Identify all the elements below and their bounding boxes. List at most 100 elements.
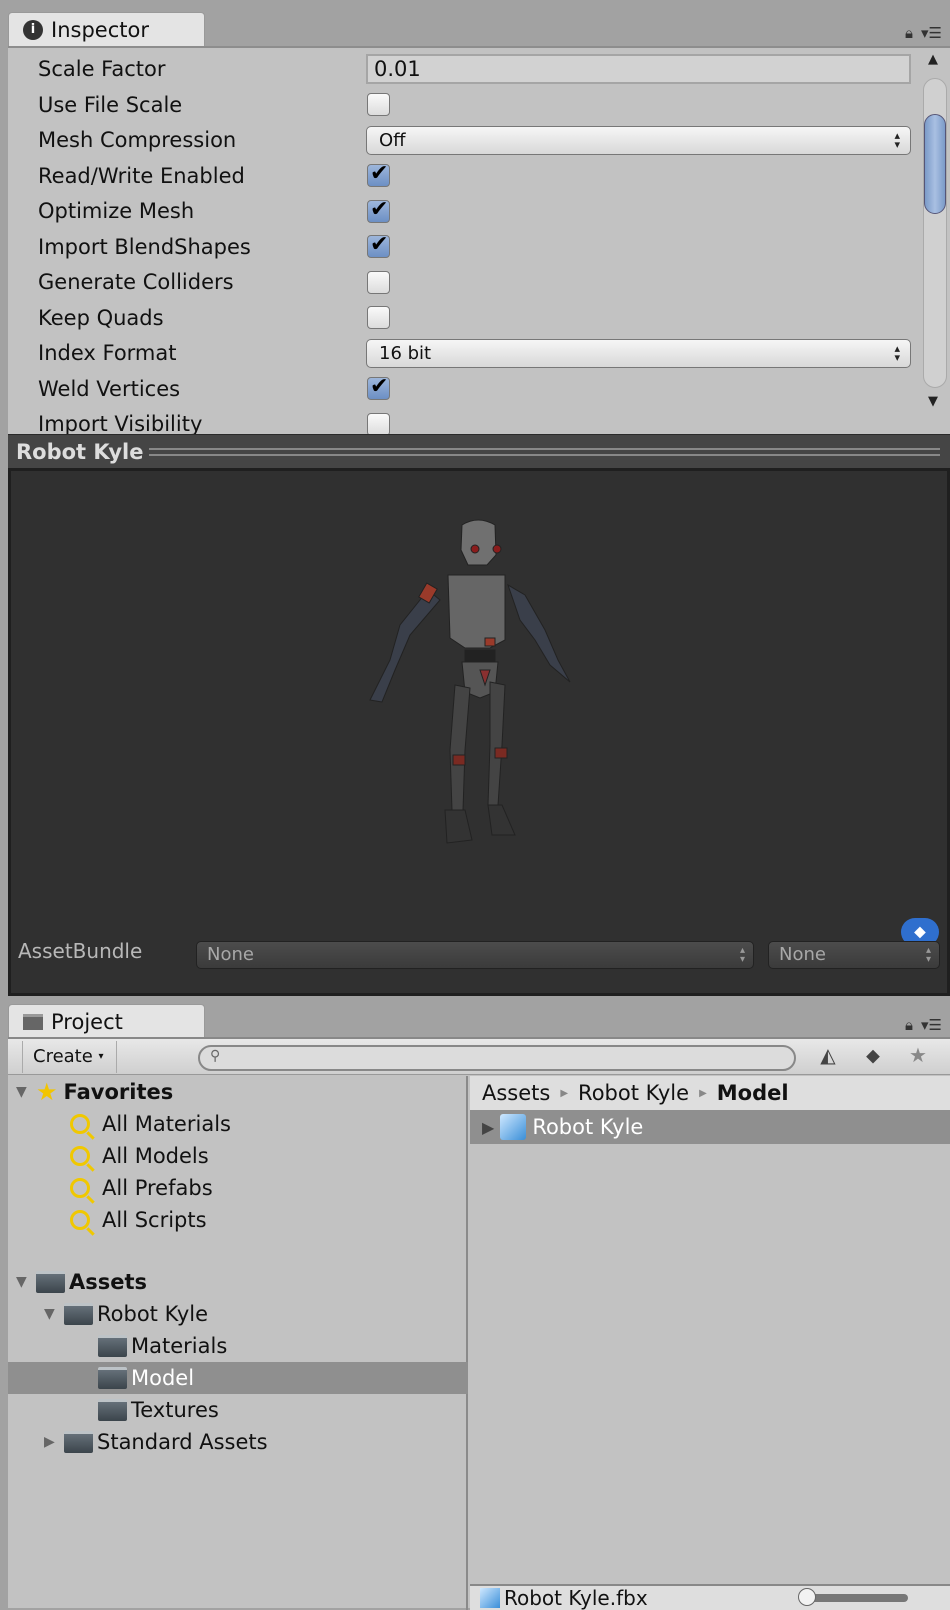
- search-input[interactable]: ⚲: [198, 1045, 796, 1071]
- folder-icon: [98, 1367, 127, 1389]
- dropdown[interactable]: 16 bit ▴ ▾: [366, 338, 911, 368]
- scale-factor-input[interactable]: 0.01: [366, 54, 911, 84]
- tag-icon: ⬥: [914, 922, 926, 942]
- model-preview[interactable]: ⬥ AssetBundle None ▴ ▾ None ▴ ▾: [8, 468, 950, 996]
- field-label: Import BlendShapes: [38, 234, 251, 259]
- tree-materials[interactable]: Materials: [8, 1330, 468, 1362]
- folder-tree: ▼ ★ Favorites All Materials All Models All…: [8, 1076, 468, 1610]
- favorite-item[interactable]: All Scripts: [8, 1204, 468, 1236]
- assetbundle-variant-dropdown[interactable]: None ▴ ▾: [768, 941, 940, 969]
- checkbox[interactable]: [367, 306, 390, 329]
- drag-grip[interactable]: [149, 447, 940, 456]
- folder-icon: [98, 1399, 127, 1421]
- field-label: Mesh Compression: [38, 128, 237, 152]
- field-label: Import Visibility: [38, 412, 203, 434]
- project-tab-label: Project: [51, 1010, 123, 1034]
- search-filter-icon: [70, 1114, 90, 1134]
- expand-arrow-icon[interactable]: ▶: [482, 1118, 494, 1137]
- robot-left-arm: [369, 589, 441, 703]
- scroll-up-arrow[interactable]: ▲: [928, 52, 938, 67]
- breadcrumb-model[interactable]: Model: [717, 1081, 789, 1105]
- dropdown[interactable]: Off ▴ ▾: [366, 125, 911, 155]
- model-file-icon: [480, 1588, 500, 1608]
- breadcrumb-robot-kyle[interactable]: Robot Kyle: [578, 1081, 689, 1105]
- checkbox[interactable]: [367, 161, 390, 187]
- checkbox[interactable]: [367, 374, 390, 400]
- inspector-row: Mesh Compression Off ▴ ▾: [8, 122, 918, 158]
- inspector-row: Optimize Mesh: [8, 193, 918, 229]
- inspector-row: Scale Factor 0.01: [8, 51, 918, 87]
- menu-icon[interactable]: ▾☰: [921, 24, 942, 42]
- scroll-thumb[interactable]: [924, 114, 946, 214]
- asset-item[interactable]: ▶ Robot Kyle: [470, 1110, 950, 1144]
- create-button[interactable]: Create ▾: [22, 1041, 117, 1073]
- inspector-row: Keep Quads: [8, 300, 918, 336]
- tree-textures[interactable]: Textures: [8, 1394, 468, 1426]
- checkbox[interactable]: [367, 232, 390, 258]
- search-filter-icon: [70, 1178, 90, 1198]
- field-label: Index Format: [38, 341, 177, 365]
- info-icon: i: [23, 20, 43, 40]
- favorite-item[interactable]: All Models: [8, 1140, 468, 1172]
- inspector-row: Use File Scale: [8, 87, 918, 123]
- folder-icon: [64, 1431, 93, 1453]
- filter-by-type-button[interactable]: ◭: [808, 1043, 848, 1067]
- robot-model: [369, 519, 571, 844]
- favorite-item[interactable]: All Prefabs: [8, 1172, 468, 1204]
- project-toolbar: Create ▾ ⚲ ◭ ⬥ ★: [8, 1039, 950, 1075]
- tree-favorites[interactable]: ▼ ★ Favorites: [8, 1076, 468, 1108]
- field-label: Optimize Mesh: [38, 199, 195, 223]
- tree-robot-kyle[interactable]: ▼ Robot Kyle: [8, 1298, 468, 1330]
- favorites-star-button[interactable]: ★: [898, 1043, 938, 1067]
- robot-right-arm: [507, 583, 571, 683]
- selected-file-name: Robot Kyle.fbx: [504, 1586, 648, 1610]
- status-bar: Robot Kyle.fbx: [470, 1584, 950, 1610]
- checkbox[interactable]: [367, 197, 390, 223]
- lock-icon[interactable]: 🔒︎: [905, 24, 913, 42]
- checkbox[interactable]: [367, 412, 390, 434]
- menu-icon[interactable]: ▾☰: [921, 1016, 942, 1034]
- project-tab[interactable]: Project: [8, 1004, 205, 1039]
- robot-torso: [447, 574, 506, 649]
- icon-size-slider[interactable]: [798, 1588, 908, 1606]
- preview-header[interactable]: Robot Kyle: [8, 434, 950, 468]
- checkbox[interactable]: [367, 93, 390, 116]
- search-icon: ⚲: [210, 1048, 221, 1064]
- tree-standard-assets[interactable]: ▶ Standard Assets: [8, 1426, 468, 1458]
- favorite-item[interactable]: All Materials: [8, 1108, 468, 1140]
- scroll-down-arrow[interactable]: ▼: [928, 394, 938, 409]
- star-icon: ★: [36, 1078, 58, 1106]
- inspector-row: Import BlendShapes: [8, 229, 918, 265]
- assetbundle-label: AssetBundle: [18, 939, 143, 963]
- field-label: Scale Factor: [38, 57, 166, 81]
- breadcrumb-assets[interactable]: Assets: [482, 1081, 550, 1105]
- field-label: Read/Write Enabled: [38, 163, 245, 188]
- breadcrumb: Assets ▶ Robot Kyle ▶ Model: [470, 1076, 950, 1110]
- field-label: Weld Vertices: [38, 376, 181, 401]
- inspector-row: Generate Colliders: [8, 264, 918, 300]
- inspector-row: Index Format 16 bit ▴ ▾: [8, 335, 918, 371]
- folder-tab-icon: [23, 1014, 43, 1030]
- inspector-row: Weld Vertices: [8, 371, 918, 407]
- folder-icon: [36, 1271, 65, 1293]
- filter-by-label-button[interactable]: ⬥: [853, 1043, 893, 1067]
- search-filter-icon: [70, 1146, 90, 1166]
- assetbundle-name-dropdown[interactable]: None ▴ ▾: [196, 941, 754, 969]
- folder-icon: [64, 1303, 93, 1325]
- field-label: Use File Scale: [38, 92, 183, 117]
- inspector-tab-label: Inspector: [51, 18, 149, 42]
- checkbox[interactable]: [367, 270, 390, 294]
- folder-icon: [98, 1335, 127, 1357]
- inspector-row: Import Visibility: [8, 406, 918, 434]
- lock-icon[interactable]: 🔒︎: [905, 1016, 913, 1034]
- tree-assets[interactable]: ▼ Assets: [8, 1266, 468, 1298]
- robot-left-leg: [449, 684, 471, 811]
- preview-title: Robot Kyle: [16, 439, 144, 464]
- inspector-tab[interactable]: i Inspector: [8, 12, 205, 47]
- tree-model[interactable]: Model: [8, 1362, 468, 1394]
- model-prefab-icon: [500, 1114, 527, 1140]
- asset-list: Assets ▶ Robot Kyle ▶ Model ▶ Robot Kyle R…: [470, 1076, 950, 1610]
- field-label: Generate Colliders: [38, 270, 234, 294]
- vertical-scrollbar[interactable]: ▲ ▼: [922, 48, 948, 428]
- search-filter-icon: [70, 1210, 90, 1230]
